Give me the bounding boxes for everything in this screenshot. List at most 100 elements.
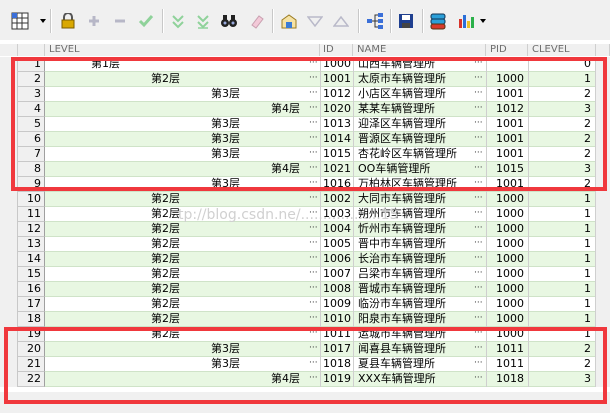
id-cell[interactable]: 1005 [320,237,353,252]
ellipsis-icon[interactable]: ··· [474,267,483,282]
id-cell[interactable]: 1001 [320,72,353,87]
table-row[interactable]: 11 第2层 ··· 1003 朔州市车辆管理所 ··· 1000 1 [0,207,610,222]
clevel-cell[interactable]: 2 [528,117,596,132]
clevel-cell[interactable]: 1 [528,207,596,222]
ellipsis-icon[interactable]: ··· [474,312,483,327]
level-cell[interactable]: 第1层 ··· [45,57,320,72]
id-cell[interactable]: 1007 [320,267,353,282]
binoculars-icon[interactable] [219,11,239,31]
clevel-cell[interactable]: 2 [528,342,596,357]
ellipsis-icon[interactable]: ··· [474,72,483,87]
id-cell[interactable]: 1006 [320,252,353,267]
name-cell[interactable]: 太原市车辆管理所 [353,72,486,87]
collapse-icon[interactable] [193,11,213,31]
table-row[interactable]: 13 第2层 ··· 1005 晋中市车辆管理所 ··· 1000 1 [0,237,610,252]
row-marker[interactable] [0,342,18,357]
row-marker[interactable] [0,132,18,147]
clevel-cell[interactable]: 1 [528,327,596,342]
column-header-name[interactable]: NAME [353,44,486,56]
ellipsis-icon[interactable]: ··· [474,87,483,102]
row-marker[interactable] [0,57,18,72]
level-cell[interactable]: 第3层 ··· [45,87,320,102]
row-marker[interactable] [0,192,18,207]
table-row[interactable]: 14 第2层 ··· 1006 长治市车辆管理所 ··· 1000 1 [0,252,610,267]
column-header-level[interactable]: LEVEL [45,44,320,56]
row-number[interactable]: 20 [18,342,45,357]
pid-cell[interactable]: 1000 [486,192,528,207]
remove-icon[interactable] [110,11,130,31]
clevel-cell[interactable]: 2 [528,177,596,192]
clevel-cell[interactable]: 3 [528,102,596,117]
expand-down-icon[interactable] [168,11,188,31]
column-header-pid[interactable]: PID [486,44,528,56]
ellipsis-icon[interactable]: ··· [309,132,318,147]
ellipsis-icon[interactable]: ··· [474,147,483,162]
table-row[interactable]: 19 第2层 ··· 1011 运城市车辆管理所 ··· 1000 1 [0,327,610,342]
ellipsis-icon[interactable]: ··· [309,192,318,207]
level-cell[interactable]: 第3层 ··· [45,357,320,372]
clevel-cell[interactable]: 1 [528,312,596,327]
level-cell[interactable]: 第2层 ··· [45,312,320,327]
row-number[interactable]: 22 [18,372,45,387]
level-cell[interactable]: 第2层 ··· [45,222,320,237]
id-cell[interactable]: 1008 [320,282,353,297]
id-cell[interactable]: 1000 [320,57,353,72]
level-cell[interactable]: 第2层 ··· [45,72,320,87]
pid-cell[interactable]: 1000 [486,282,528,297]
row-marker[interactable] [0,207,18,222]
name-cell[interactable]: 山西车辆管理所 [353,57,486,72]
level-cell[interactable]: 第2层 ··· [45,327,320,342]
pid-cell[interactable]: 1011 [486,342,528,357]
pid-cell[interactable]: 1001 [486,132,528,147]
name-cell[interactable]: 杏花岭区车辆管理所 [353,147,486,162]
ellipsis-icon[interactable]: ··· [309,102,318,117]
name-cell[interactable]: 某某车辆管理所 [353,102,486,117]
checkmark-icon[interactable] [136,11,156,31]
ellipsis-icon[interactable]: ··· [309,117,318,132]
ellipsis-icon[interactable]: ··· [309,72,318,87]
row-marker[interactable] [0,117,18,132]
ellipsis-icon[interactable]: ··· [309,177,318,192]
ellipsis-icon[interactable]: ··· [309,87,318,102]
row-marker[interactable] [0,72,18,87]
ellipsis-icon[interactable]: ··· [474,282,483,297]
id-cell[interactable]: 1016 [320,177,353,192]
clevel-cell[interactable]: 1 [528,267,596,282]
add-icon[interactable] [84,11,104,31]
ellipsis-icon[interactable]: ··· [474,192,483,207]
level-cell[interactable]: 第2层 ··· [45,267,320,282]
row-marker[interactable] [0,87,18,102]
row-number[interactable]: 19 [18,327,45,342]
pid-cell[interactable]: 1000 [486,267,528,282]
name-cell[interactable]: XXX车辆管理所 [353,372,486,387]
table-row[interactable]: 3 第3层 ··· 1012 小店区车辆管理所 ··· 1001 2 [0,87,610,102]
save-icon[interactable] [396,11,416,31]
pid-cell[interactable]: 1000 [486,237,528,252]
name-cell[interactable]: 吕梁市车辆管理所 [353,267,486,282]
pid-cell[interactable]: 1012 [486,102,528,117]
clevel-cell[interactable]: 2 [528,357,596,372]
name-cell[interactable]: 闻喜县车辆管理所 [353,342,486,357]
pid-cell[interactable]: 1000 [486,297,528,312]
pid-cell[interactable]: 1000 [486,327,528,342]
ellipsis-icon[interactable]: ··· [474,372,483,387]
row-number[interactable]: 13 [18,237,45,252]
ellipsis-icon[interactable]: ··· [309,222,318,237]
name-cell[interactable]: OO车辆管理所 [353,162,486,177]
id-cell[interactable]: 1015 [320,147,353,162]
chevron-down-icon[interactable] [40,19,46,23]
ellipsis-icon[interactable]: ··· [309,297,318,312]
level-cell[interactable]: 第4层 ··· [45,102,320,117]
table-row[interactable]: 17 第2层 ··· 1009 临汾市车辆管理所 ··· 1000 1 [0,297,610,312]
pid-cell[interactable]: 1011 [486,357,528,372]
filter-down-icon[interactable] [305,11,325,31]
pid-cell[interactable]: 1018 [486,372,528,387]
import-icon[interactable] [279,11,299,31]
row-marker[interactable] [0,102,18,117]
name-cell[interactable]: 晋中市车辆管理所 [353,237,486,252]
row-marker[interactable] [0,177,18,192]
ellipsis-icon[interactable]: ··· [474,252,483,267]
row-marker[interactable] [0,162,18,177]
row-number[interactable]: 6 [18,132,45,147]
ellipsis-icon[interactable]: ··· [474,222,483,237]
